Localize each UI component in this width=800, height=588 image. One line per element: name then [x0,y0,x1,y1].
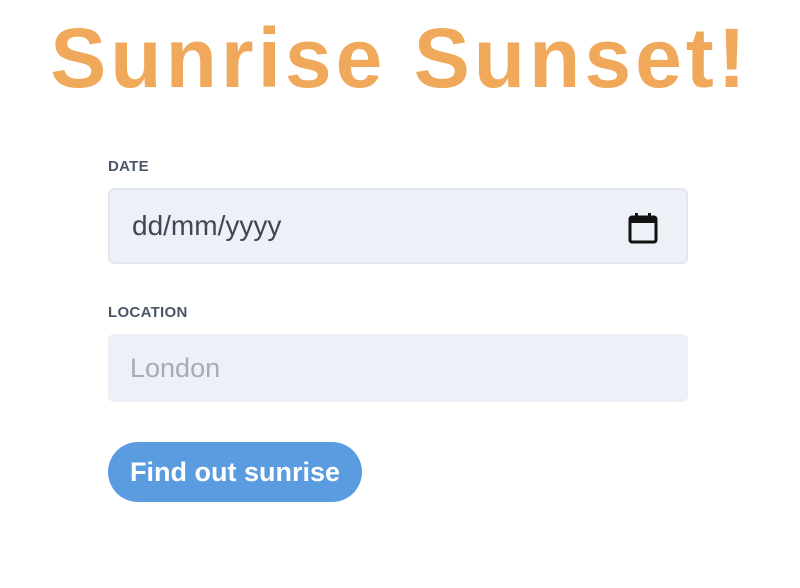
calendar-icon[interactable] [628,212,658,244]
location-label: LOCATION [108,304,188,321]
date-placeholder: dd/mm/yyyy [132,210,282,241]
date-input[interactable]: dd/mm/yyyy [108,188,688,264]
location-input[interactable] [108,334,688,402]
find-sunrise-button[interactable]: Find out sunrise [108,442,362,502]
date-label: DATE [108,158,149,175]
page-title: Sunrise Sunset! [50,11,750,105]
